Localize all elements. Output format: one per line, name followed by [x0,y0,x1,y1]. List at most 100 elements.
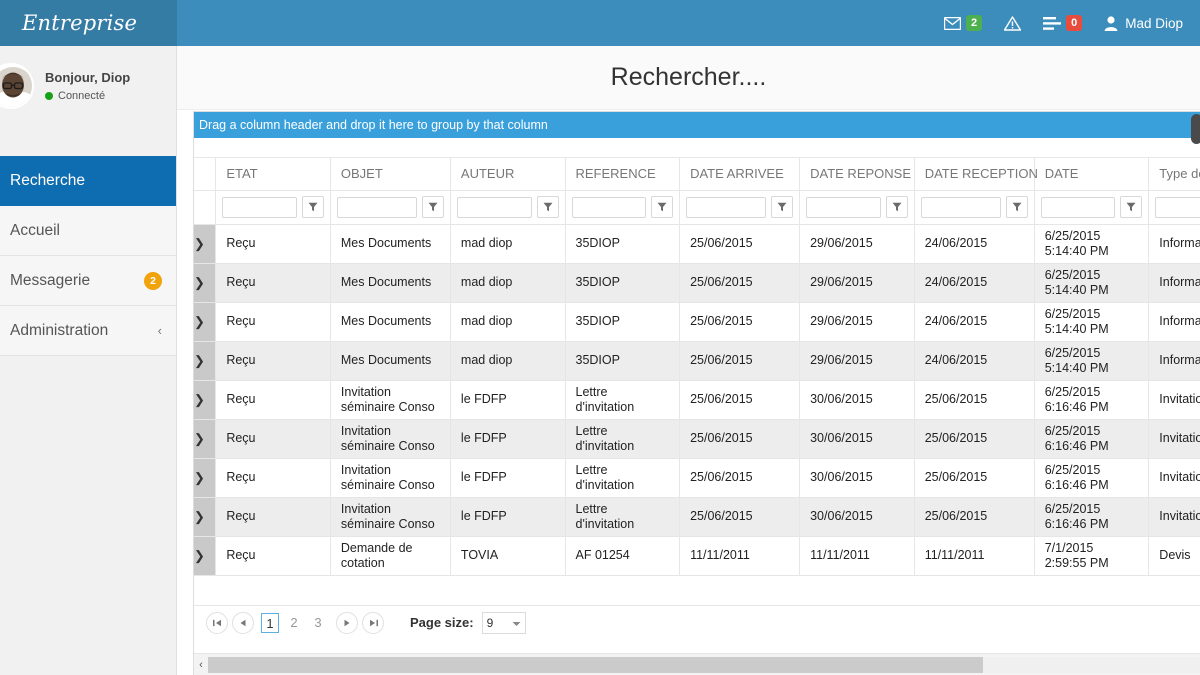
warning-icon [1004,16,1021,31]
filter-funnel-icon[interactable] [886,196,908,218]
horizontal-scrollbar-thumb[interactable] [208,657,983,673]
cell-reference: Lettre d'invitation [565,380,680,419]
app-logo-text: Entreprise [22,11,137,35]
filter-input-objet[interactable] [337,197,417,218]
cell-date: 6/25/2015 5:14:40 PM [1034,224,1149,263]
scroll-left-arrow-icon[interactable]: ‹ [194,659,208,671]
row-expand-button[interactable]: ❯ [194,497,216,536]
cell-etat: Reçu [216,458,331,497]
column-header-date-reception[interactable]: DATE RECEPTION [914,158,1034,190]
column-header-reference[interactable]: REFERENCE [565,158,680,190]
sidebar-item-administration[interactable]: Administration ‹ [0,306,176,356]
table-row[interactable]: ❯ReçuMes Documentsmad diop35DIOP25/06/20… [194,302,1200,341]
cell-date-arrivee: 25/06/2015 [680,419,800,458]
filter-input-date[interactable] [1041,197,1116,218]
cell-reference: Lettre d'invitation [565,419,680,458]
column-header-date[interactable]: DATE [1034,158,1149,190]
table-row[interactable]: ❯ReçuDemande de cotationTOVIAAF 0125411/… [194,536,1200,575]
table-header-row: ETAT OBJET AUTEUR REFERENCE DATE ARRIVEE… [194,158,1200,190]
row-expand-button[interactable]: ❯ [194,341,216,380]
sidebar-item-messagerie[interactable]: Messagerie 2 [0,256,176,306]
cell-reference: AF 01254 [565,536,680,575]
filter-input-type-de-courrier[interactable] [1155,197,1200,218]
cell-date-arrivee: 25/06/2015 [680,341,800,380]
table-row[interactable]: ❯ReçuInvitation séminaire Console FDFPLe… [194,458,1200,497]
page-number-3[interactable]: 3 [309,613,327,633]
cell-objet: Mes Documents [330,302,450,341]
horizontal-scrollbar-track[interactable] [208,657,1200,673]
filter-funnel-icon[interactable] [651,196,673,218]
filter-funnel-icon[interactable] [1006,196,1028,218]
cell-type-de-courrier: Invitations [1149,380,1200,419]
row-expand-button[interactable]: ❯ [194,302,216,341]
next-page-button[interactable] [336,612,358,634]
column-header-auteur[interactable]: AUTEUR [450,158,565,190]
horizontal-scrollbar[interactable]: ‹ [194,653,1200,675]
row-expand-button[interactable]: ❯ [194,380,216,419]
sidebar-item-label: Administration [10,322,108,340]
filter-funnel-icon[interactable] [1120,196,1142,218]
filter-funnel-icon[interactable] [422,196,444,218]
cell-date-reponse: 30/06/2015 [800,497,915,536]
table-row[interactable]: ❯ReçuMes Documentsmad diop35DIOP25/06/20… [194,263,1200,302]
page-number-1[interactable]: 1 [261,613,279,633]
row-expand-button[interactable]: ❯ [194,458,216,497]
filter-cell-objet [330,190,450,224]
cell-objet: Invitation séminaire Conso [330,458,450,497]
filter-funnel-icon[interactable] [302,196,324,218]
table-row[interactable]: ❯ReçuInvitation séminaire Console FDFPLe… [194,380,1200,419]
column-header-objet[interactable]: OBJET [330,158,450,190]
page-size-select[interactable]: 9 [482,612,526,634]
filter-input-date-arrivee[interactable] [686,197,766,218]
table-row[interactable]: ❯ReçuMes Documentsmad diop35DIOP25/06/20… [194,341,1200,380]
filter-funnel-icon[interactable] [771,196,793,218]
row-expand-button[interactable]: ❯ [194,536,216,575]
cell-auteur: TOVIA [450,536,565,575]
cell-auteur: le FDFP [450,497,565,536]
cell-reference: 35DIOP [565,224,680,263]
cell-date-reception: 25/06/2015 [914,458,1034,497]
alerts-nav-item[interactable] [993,0,1032,46]
row-expand-button[interactable]: ❯ [194,419,216,458]
filter-input-date-reponse[interactable] [806,197,881,218]
filter-input-reference[interactable] [572,197,647,218]
cell-date: 6/25/2015 6:16:46 PM [1034,419,1149,458]
status-dot-icon [45,92,53,100]
filter-input-etat[interactable] [222,197,297,218]
table-body: ❯ReçuMes Documentsmad diop35DIOP25/06/20… [194,224,1200,575]
logo-area[interactable]: Entreprise [0,0,177,46]
column-header-etat[interactable]: ETAT [216,158,331,190]
cell-objet: Demande de cotation [330,536,450,575]
cell-type-de-courrier: Informations [1149,224,1200,263]
sidebar-menu: Recherche Accueil Messagerie 2 Administr… [0,156,176,356]
row-expand-button[interactable]: ❯ [194,263,216,302]
messages-nav-item[interactable]: 2 [933,0,993,46]
last-page-button[interactable] [362,612,384,634]
previous-page-button[interactable] [232,612,254,634]
column-header-date-reponse[interactable]: DATE REPONSE [800,158,915,190]
vertical-scrollbar-thumb[interactable] [1191,114,1200,144]
user-menu[interactable]: Mad Diop [1093,0,1194,46]
table-row[interactable]: ❯ReçuMes Documentsmad diop35DIOP25/06/20… [194,224,1200,263]
cell-etat: Reçu [216,419,331,458]
group-by-panel[interactable]: Drag a column header and drop it here to… [194,112,1200,138]
cell-date-arrivee: 25/06/2015 [680,497,800,536]
sidebar-item-recherche[interactable]: Recherche [0,156,176,206]
cell-objet: Mes Documents [330,224,450,263]
cell-auteur: le FDFP [450,380,565,419]
column-header-date-arrivee[interactable]: DATE ARRIVEE [680,158,800,190]
cell-type-de-courrier: Informations [1149,302,1200,341]
table-row[interactable]: ❯ReçuInvitation séminaire Console FDFPLe… [194,419,1200,458]
sidebar-item-accueil[interactable]: Accueil [0,206,176,256]
expand-column-header [194,158,216,190]
column-header-type-de-courrier[interactable]: Type de courrier [1149,158,1200,190]
row-expand-button[interactable]: ❯ [194,224,216,263]
filter-input-date-reception[interactable] [921,197,1001,218]
table-row[interactable]: ❯ReçuInvitation séminaire Console FDFPLe… [194,497,1200,536]
tasks-nav-item[interactable]: 0 [1032,0,1093,46]
cell-date-reponse: 30/06/2015 [800,380,915,419]
filter-input-auteur[interactable] [457,197,532,218]
page-number-2[interactable]: 2 [285,613,303,633]
first-page-button[interactable] [206,612,228,634]
filter-funnel-icon[interactable] [537,196,559,218]
